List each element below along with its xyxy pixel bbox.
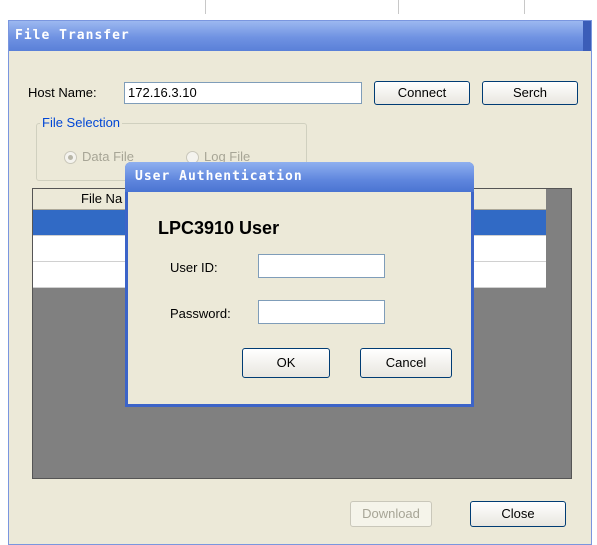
window-title[interactable]: File Transfer (9, 21, 591, 51)
host-name-label: Host Name: (28, 85, 97, 100)
background-divider (205, 0, 206, 14)
background-divider (398, 0, 399, 14)
titlebar-edge (583, 21, 591, 51)
data-file-label: Data File (82, 149, 135, 164)
user-authentication-dialog: User Authentication LPC3910 User User ID… (125, 162, 474, 407)
password-label: Password: (170, 306, 231, 321)
search-button[interactable]: Serch (482, 81, 578, 105)
password-input[interactable] (258, 300, 385, 324)
connect-button[interactable]: Connect (374, 81, 470, 105)
download-button[interactable]: Download (350, 501, 432, 527)
background-divider (524, 0, 525, 14)
column-header-file-name[interactable]: File Na (81, 189, 122, 209)
cancel-button[interactable]: Cancel (360, 348, 452, 378)
close-button[interactable]: Close (470, 501, 566, 527)
data-file-radio[interactable] (64, 151, 77, 164)
user-id-input[interactable] (258, 254, 385, 278)
host-name-input[interactable]: 172.16.3.10 (124, 82, 362, 104)
dialog-title[interactable]: User Authentication (125, 162, 474, 192)
user-id-label: User ID: (170, 260, 218, 275)
background-window-strip (0, 0, 597, 14)
file-selection-title: File Selection (40, 115, 123, 130)
dialog-heading: LPC3910 User (158, 218, 280, 238)
ok-button[interactable]: OK (242, 348, 330, 378)
